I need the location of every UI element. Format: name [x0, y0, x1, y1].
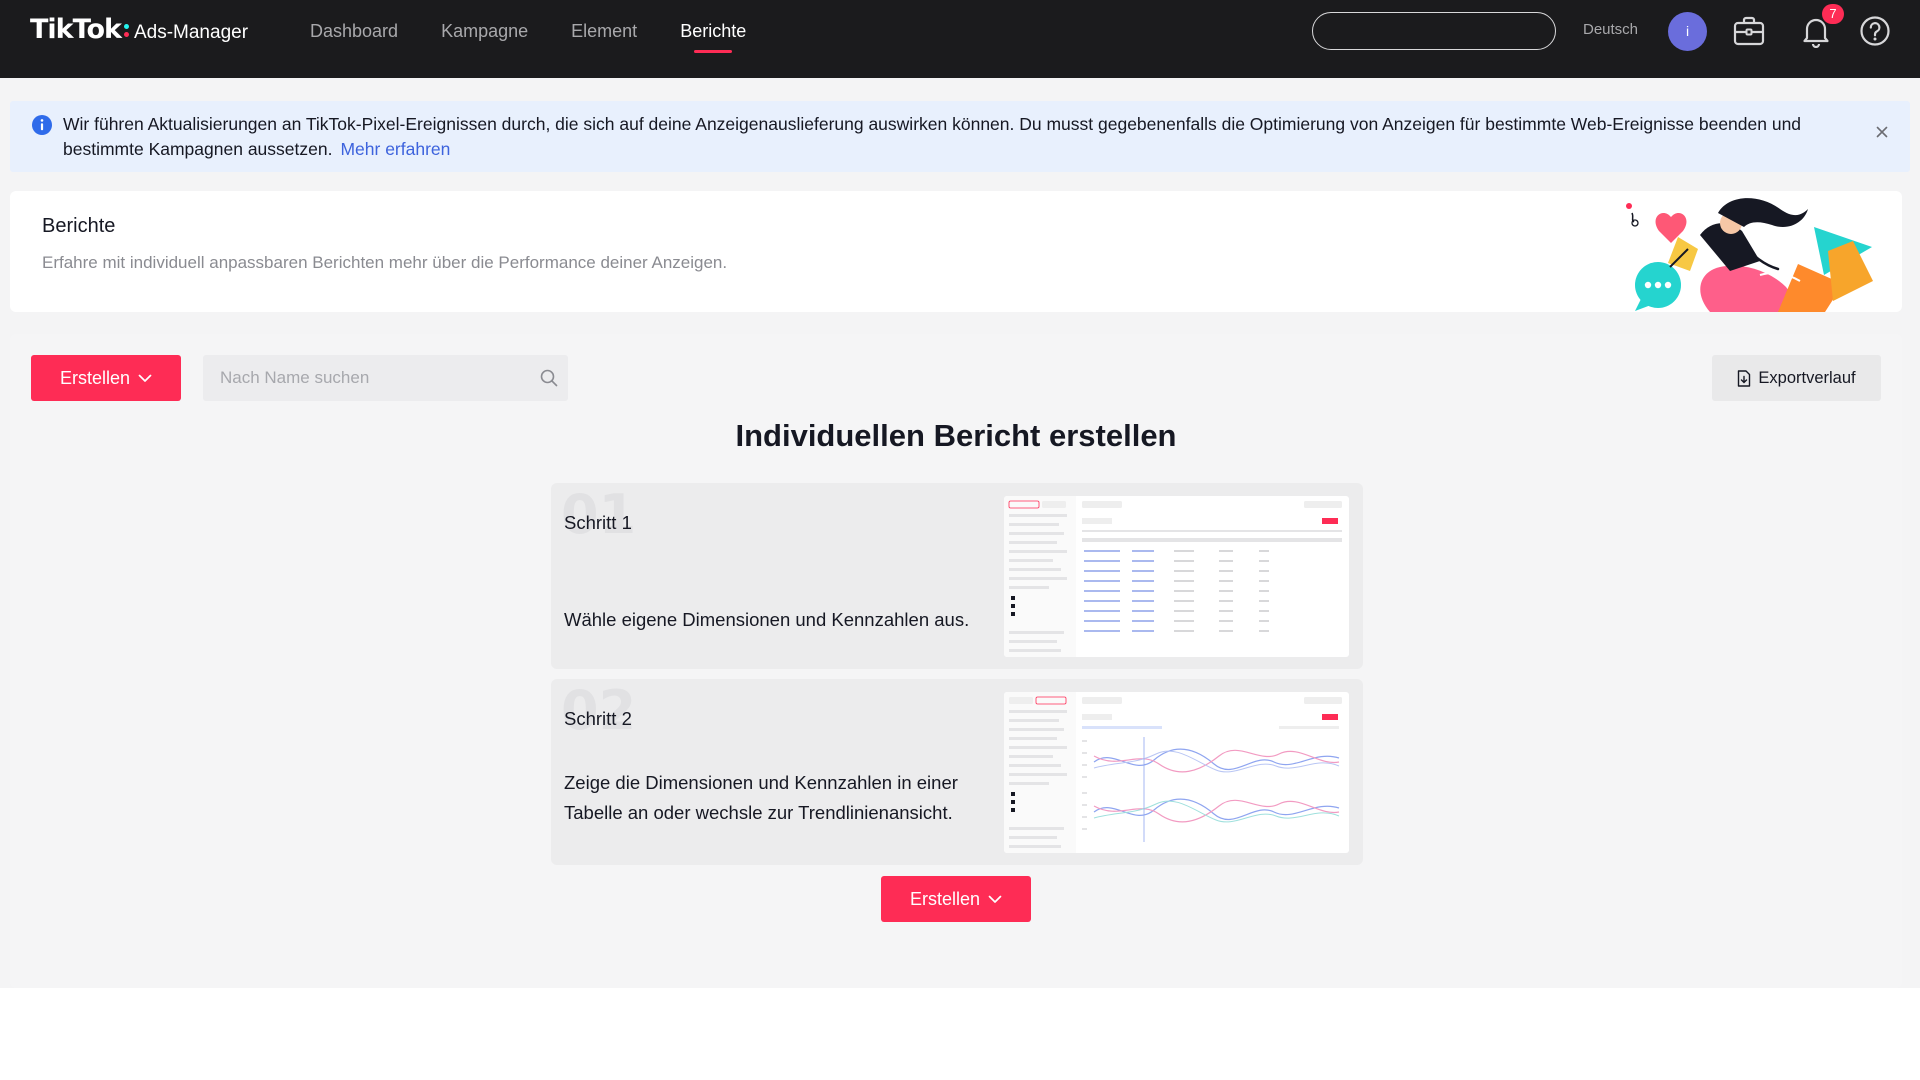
tiktok-ads-manager-logo[interactable]: TikTok Ads-Manager [30, 14, 248, 45]
create-report-button[interactable]: Erstellen [31, 355, 181, 401]
header-illustration [1626, 198, 1873, 312]
report-search-box [203, 355, 568, 401]
logo-dots-icon [123, 20, 130, 40]
step-card-1: 01 Schritt 1 Wähle eigene Dimensionen un… [551, 483, 1363, 669]
logo-brand: TikTok [30, 14, 122, 45]
table-preview-image [1004, 496, 1349, 657]
create-report-button-bottom[interactable]: Erstellen [881, 876, 1031, 922]
create-button-label: Erstellen [909, 888, 981, 909]
nav-dashboard[interactable]: Dashboard [310, 0, 398, 78]
user-avatar[interactable]: i [1668, 12, 1707, 51]
nav-element[interactable]: Element [571, 0, 637, 78]
export-history-button[interactable]: Exportverlauf [1712, 355, 1881, 401]
pixel-update-notice: Wir führen Aktualisierungen an TikTok-Pi… [10, 101, 1910, 172]
briefcase-icon[interactable] [1732, 14, 1766, 48]
learn-more-link[interactable]: Mehr erfahren [340, 139, 450, 159]
chevron-down-icon [988, 895, 1002, 903]
step-label: Schritt 1 [564, 512, 632, 533]
empty-state-title: Individuellen Bericht erstellen [735, 418, 1177, 453]
top-navigation-bar: TikTok Ads-Manager Dashboard Kampagne El… [0, 0, 1920, 78]
step-description: Wähle eigene Dimensionen und Kennzahlen … [564, 609, 970, 630]
notice-text: Wir führen Aktualisierungen an TikTok-Pi… [63, 114, 1802, 159]
trend-preview-image [1004, 692, 1349, 853]
reports-main-card: Erstellen Exportverlauf Individuellen Be… [10, 334, 1902, 988]
step-card-2: 02 Schritt 2 Zeige die Dimensionen und K… [551, 679, 1363, 865]
nav-berichte[interactable]: Berichte [680, 0, 746, 78]
step-description: Zeige die Dimensionen und Kennzahlen in … [564, 772, 958, 823]
document-export-icon [1738, 369, 1751, 387]
help-icon[interactable] [1858, 14, 1892, 48]
chevron-down-icon [138, 374, 152, 382]
language-selector[interactable]: Deutsch [1583, 21, 1638, 38]
create-button-label: Erstellen [59, 367, 131, 388]
page-title: Berichte [42, 215, 116, 237]
step-label: Schritt 2 [564, 708, 632, 729]
page-subtitle: Erfahre mit individuell anpassbaren Beri… [42, 253, 728, 272]
info-icon [32, 115, 52, 135]
page-content: Wir führen Aktualisierungen an TikTok-Pi… [0, 78, 1920, 988]
main-nav: Dashboard Kampagne Element Berichte [310, 0, 789, 78]
close-icon[interactable] [1873, 123, 1891, 141]
notice-message: Wir führen Aktualisierungen an TikTok-Pi… [63, 112, 1843, 162]
reports-header-card: Berichte Erfahre mit individuell anpassb… [10, 191, 1902, 312]
report-search-input[interactable] [203, 355, 523, 401]
global-search-input[interactable] [1312, 12, 1556, 50]
nav-kampagne[interactable]: Kampagne [441, 0, 528, 78]
logo-product: Ads-Manager [133, 22, 249, 43]
export-history-label: Exportverlauf [1758, 368, 1856, 387]
notification-badge: 7 [1822, 4, 1844, 24]
search-icon[interactable] [540, 369, 558, 387]
